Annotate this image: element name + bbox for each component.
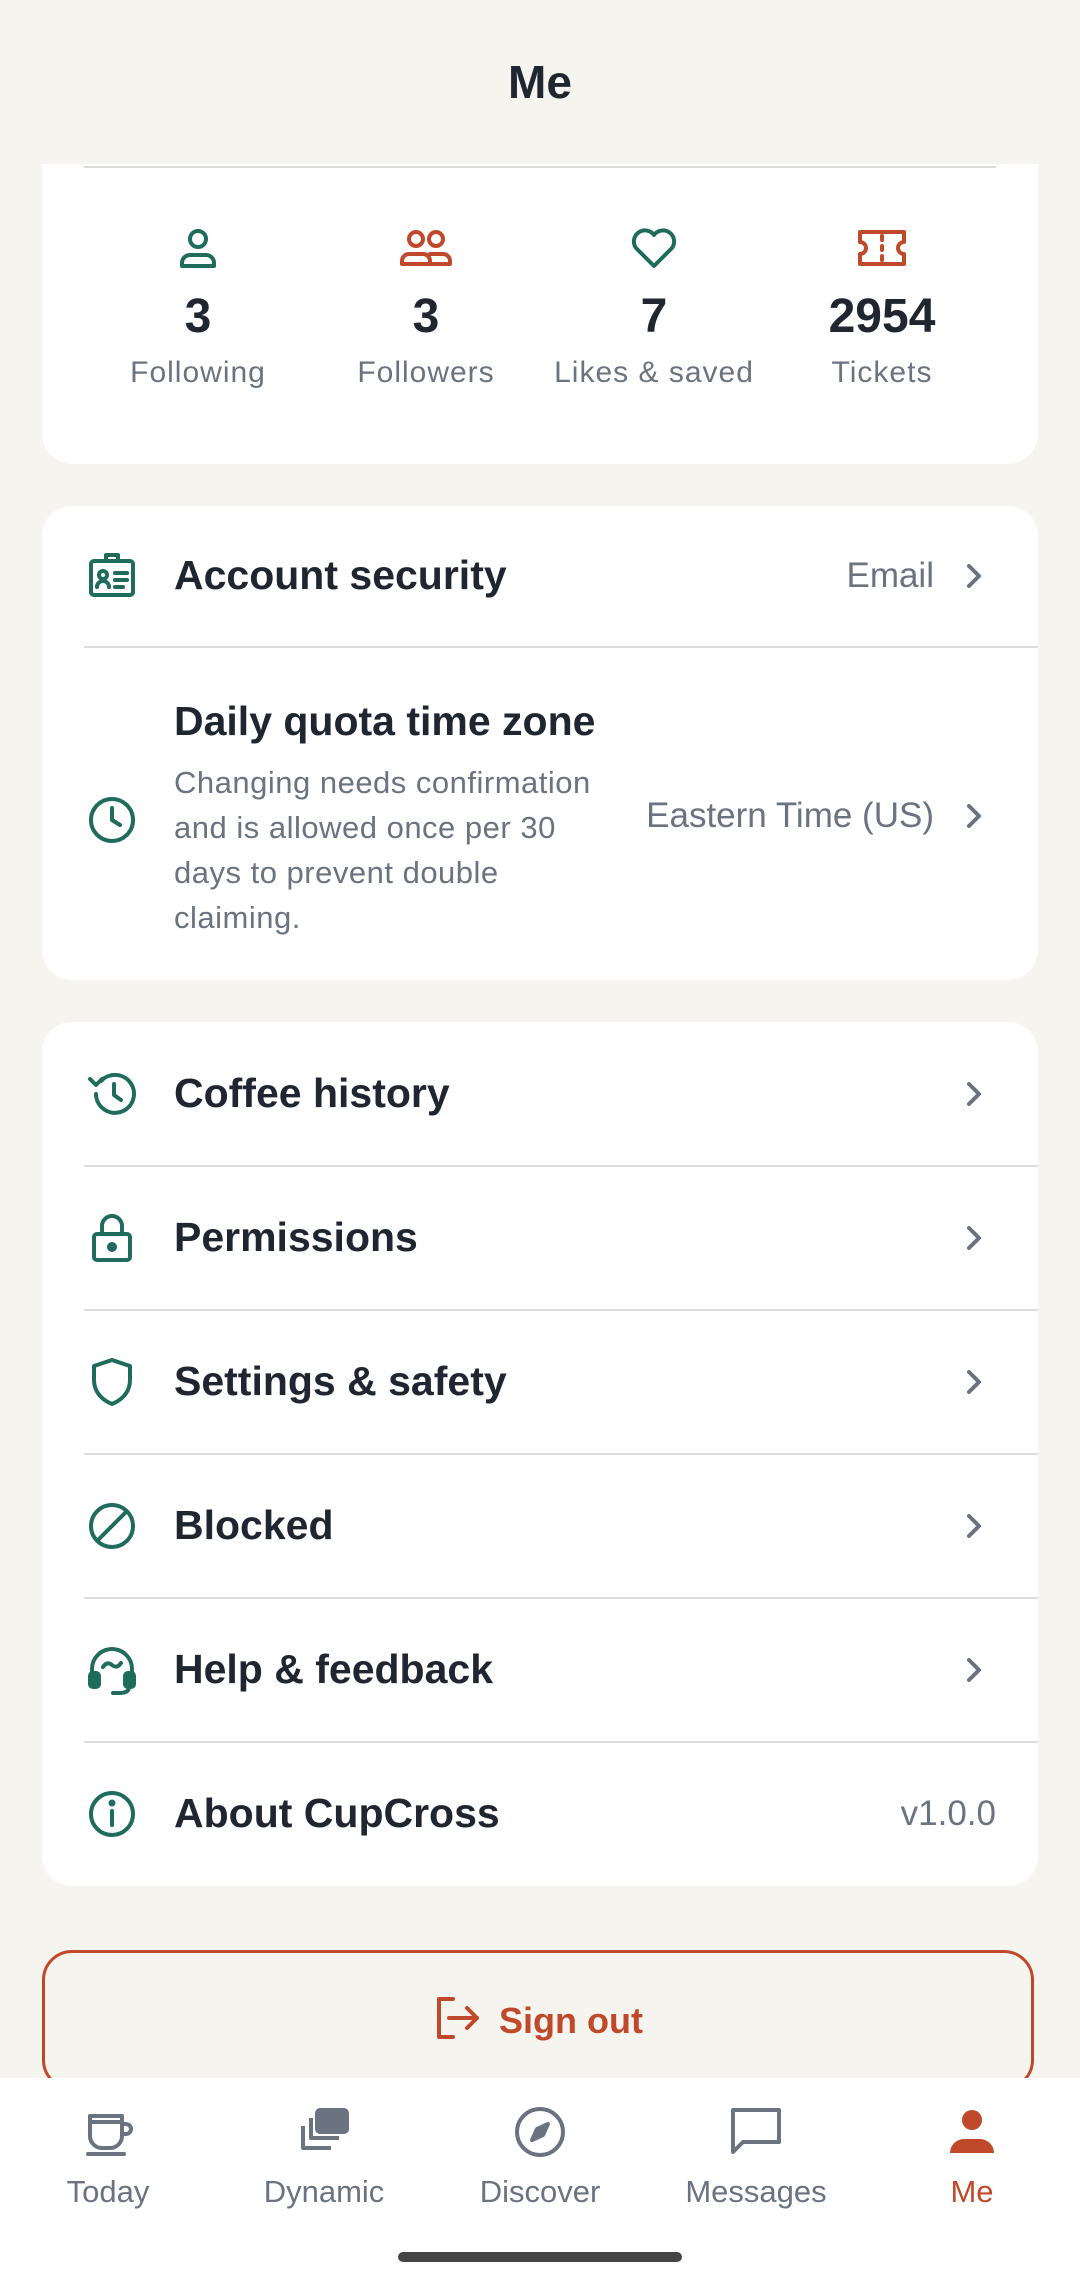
stat-label: Tickets: [831, 356, 933, 389]
row-title: Daily quota time zone: [174, 698, 596, 744]
row-title: Account security: [174, 552, 507, 598]
stat-followers[interactable]: 3 Followers: [312, 220, 540, 390]
nav-dynamic[interactable]: Dynamic: [216, 2100, 432, 2210]
person-filled-icon: [940, 2100, 1004, 2164]
row-description: Changing needs confirmation and is allow…: [174, 765, 591, 935]
nav-label: Messages: [685, 2174, 827, 2209]
account-security-row[interactable]: Account security Email: [42, 506, 1038, 646]
nav-me[interactable]: Me: [864, 2100, 1080, 2210]
stat-value: 2954: [828, 290, 936, 343]
stat-value: 3: [412, 290, 440, 343]
stat-label: Likes & saved: [554, 356, 754, 389]
sign-out-button[interactable]: Sign out: [42, 1950, 1034, 2090]
chat-bubble-icon: [724, 2100, 788, 2164]
history-icon: [84, 1066, 140, 1122]
sign-out-label: Sign out: [499, 1999, 643, 2041]
stat-value: 3: [184, 290, 212, 343]
bottom-nav: Today Dynamic Discover Messages Me: [0, 2078, 1080, 2288]
page-title: Me: [508, 56, 572, 108]
menu-item-help-feedback[interactable]: Help & feedback: [42, 1598, 1038, 1742]
nav-today[interactable]: Today: [0, 2100, 216, 2210]
chevron-right-icon: [960, 1656, 988, 1684]
coffee-cup-icon: [76, 2100, 140, 2164]
chevron-right-icon: [960, 1512, 988, 1540]
compass-icon: [508, 2100, 572, 2164]
shield-icon: [84, 1354, 140, 1410]
headset-icon: [84, 1642, 140, 1698]
stacked-cards-icon: [292, 2100, 356, 2164]
stats-card: 3 Following 3 Followers 7 Likes & saved …: [42, 140, 1038, 464]
row-value: Eastern Time (US): [646, 796, 934, 835]
nav-messages[interactable]: Messages: [648, 2100, 864, 2210]
stat-tickets[interactable]: 2954 Tickets: [768, 220, 996, 390]
sign-out-icon: [433, 1995, 481, 2046]
chevron-right-icon: [960, 1368, 988, 1396]
nav-discover[interactable]: Discover: [432, 2100, 648, 2210]
home-indicator[interactable]: [398, 2252, 682, 2262]
ticket-icon: [854, 220, 910, 276]
nav-label: Discover: [479, 2174, 601, 2209]
stat-label: Following: [130, 356, 266, 389]
menu-item-permissions[interactable]: Permissions: [42, 1166, 1038, 1310]
chevron-right-icon: [960, 1224, 988, 1252]
row-title: Coffee history: [174, 1070, 450, 1116]
stat-likes-saved[interactable]: 7 Likes & saved: [540, 220, 768, 390]
row-title: About CupCross: [174, 1790, 500, 1836]
menu-item-about[interactable]: About CupCross v1.0.0: [42, 1742, 1038, 1886]
blocked-icon: [84, 1498, 140, 1554]
id-badge-icon: [84, 548, 140, 604]
row-title: Settings & safety: [174, 1358, 507, 1404]
nav-label: Dynamic: [263, 2174, 385, 2209]
menu-card: Coffee history Permissions Settings & sa…: [42, 1022, 1038, 1886]
lock-icon: [84, 1210, 140, 1266]
stat-following[interactable]: 3 Following: [84, 220, 312, 390]
menu-item-settings-safety[interactable]: Settings & safety: [42, 1310, 1038, 1454]
row-title: Help & feedback: [174, 1646, 493, 1692]
row-title: Blocked: [174, 1502, 334, 1548]
stat-label: Followers: [357, 356, 495, 389]
row-value: Email: [846, 556, 934, 595]
heart-icon: [626, 220, 682, 276]
chevron-right-icon: [960, 562, 988, 590]
people-icon: [398, 220, 454, 276]
info-icon: [84, 1786, 140, 1842]
chevron-right-icon: [960, 802, 988, 830]
account-card: Account security Email Daily quota time …: [42, 506, 1038, 980]
menu-item-coffee-history[interactable]: Coffee history: [42, 1022, 1038, 1166]
timezone-row[interactable]: Daily quota time zone Changing needs con…: [42, 648, 1038, 980]
divider: [84, 166, 996, 168]
person-icon: [170, 220, 226, 276]
nav-label: Today: [66, 2174, 150, 2209]
chevron-right-icon: [960, 1080, 988, 1108]
stat-value: 7: [640, 290, 668, 343]
menu-item-blocked[interactable]: Blocked: [42, 1454, 1038, 1598]
app-version: v1.0.0: [900, 1794, 996, 1833]
clock-icon: [84, 792, 140, 848]
top-bar: Me: [0, 0, 1080, 164]
nav-label: Me: [950, 2174, 994, 2209]
row-title: Permissions: [174, 1214, 418, 1260]
